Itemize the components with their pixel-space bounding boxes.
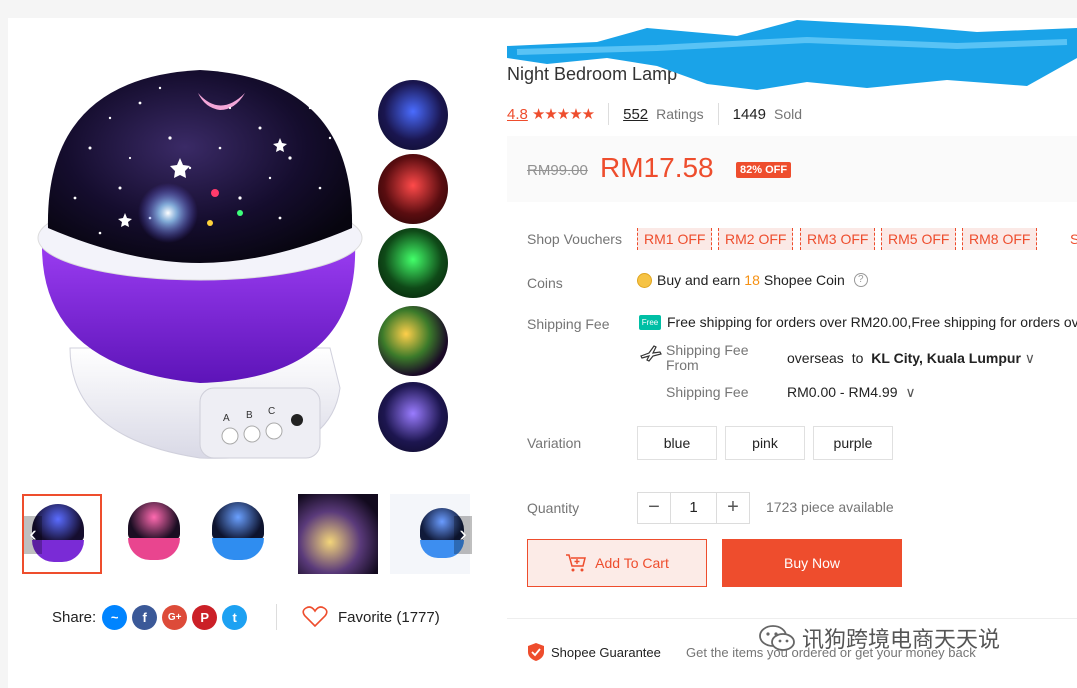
- color-variant-red-image: [378, 154, 448, 224]
- shipping-fee-dropdown[interactable]: RM0.00 - RM4.99 ∨: [787, 384, 916, 401]
- quantity-label: Quantity: [527, 500, 580, 516]
- voucher-rm3[interactable]: RM3 OFF: [800, 228, 876, 250]
- rating-row: 4.8 ★★★★★ 552 Ratings 1449 Sold: [507, 103, 802, 125]
- heart-icon: [302, 606, 328, 628]
- current-price: RM17.58: [600, 152, 714, 183]
- share-divider: [276, 604, 277, 630]
- color-variant-mixed-image: [378, 306, 448, 376]
- voucher-overflow: S: [1070, 231, 1077, 247]
- cart-icon: [566, 554, 587, 572]
- messenger-icon[interactable]: ~: [102, 604, 128, 630]
- coins-prefix: Buy and earn: [657, 272, 741, 288]
- color-variant-blue-image: [378, 80, 448, 150]
- thumbnail-3[interactable]: [206, 494, 286, 574]
- ratings-label: Ratings: [656, 106, 704, 122]
- variation-purple[interactable]: purple: [813, 426, 893, 460]
- color-variant-violet-image: [378, 382, 448, 452]
- vouchers-label: Shop Vouchers: [527, 231, 622, 247]
- quantity-available: 1723 piece available: [766, 499, 894, 515]
- free-shipping-icon: Free: [639, 314, 661, 330]
- quantity-decrease-button[interactable]: −: [638, 493, 670, 523]
- chevron-down-icon: ∨: [1024, 350, 1036, 366]
- voucher-rm8[interactable]: RM8 OFF: [962, 228, 1038, 250]
- wechat-watermark: 讯狗跨境电商天天说: [758, 622, 1000, 654]
- shipping-label: Shipping Fee: [527, 316, 610, 332]
- coins-suffix: Shopee Coin: [763, 272, 845, 288]
- coin-icon: [637, 272, 652, 288]
- free-shipping-info: Free Free shipping for orders over RM20.…: [639, 314, 1077, 330]
- watermark-text: 讯狗跨境电商天天说: [802, 628, 1001, 653]
- title-redaction-scribble: [507, 20, 1077, 90]
- sold-label: Sold: [773, 106, 803, 122]
- shipping-from-label: Shipping Fee From: [666, 342, 749, 373]
- thumbnail-strip: ‹ ›: [22, 494, 472, 576]
- thumbnail-2[interactable]: [114, 494, 194, 574]
- voucher-rm2[interactable]: RM2 OFF: [718, 228, 794, 250]
- quantity-stepper: − 1 +: [637, 492, 750, 524]
- shipping-fee-label: Shipping Fee: [666, 384, 749, 400]
- svg-text:C: C: [268, 406, 275, 417]
- buy-now-button[interactable]: Buy Now: [722, 539, 902, 587]
- coins-label: Coins: [527, 275, 563, 291]
- add-to-cart-button[interactable]: Add To Cart: [527, 539, 707, 587]
- section-divider: [507, 618, 1077, 619]
- share-label: Share:: [52, 608, 97, 626]
- shipping-destination-value: KL City, Kuala Lumpur: [871, 350, 1021, 366]
- guarantee-label: Shopee Guarantee: [551, 644, 661, 660]
- chevron-down-icon: ∨: [905, 384, 916, 400]
- pinterest-icon[interactable]: P: [192, 604, 218, 630]
- wechat-icon: [759, 625, 795, 651]
- shipping-origin: overseas: [787, 350, 844, 366]
- shipping-to-word: to: [851, 350, 864, 366]
- variation-label: Variation: [527, 435, 582, 451]
- rating-separator: [608, 103, 610, 125]
- thumbnail-4[interactable]: [298, 494, 378, 574]
- twitter-icon[interactable]: t: [222, 604, 248, 630]
- sold-count: 1449: [732, 105, 766, 123]
- free-shipping-text: Free shipping for orders over RM20.00,Fr…: [667, 314, 1077, 330]
- ratings-count[interactable]: 552: [623, 106, 648, 123]
- shipping-fee-value: RM0.00 - RM4.99: [787, 384, 898, 400]
- price-box: RM99.00 RM17.58 82% OFF: [507, 136, 1077, 202]
- facebook-icon[interactable]: f: [132, 604, 158, 630]
- voucher-rm5[interactable]: RM5 OFF: [881, 228, 957, 250]
- coins-amount: 18: [744, 272, 760, 288]
- thumbnail-prev-button[interactable]: ‹: [24, 516, 42, 554]
- thumbnail-next-button[interactable]: ›: [454, 516, 472, 554]
- variation-blue[interactable]: blue: [637, 426, 717, 460]
- quantity-increase-button[interactable]: +: [717, 493, 749, 523]
- shopee-guarantee[interactable]: Shopee Guarantee: [527, 642, 661, 662]
- original-price: RM99.00: [527, 162, 588, 179]
- sold-separator: [717, 103, 719, 125]
- voucher-rm1[interactable]: RM1 OFF: [637, 228, 713, 250]
- svg-text:A: A: [223, 413, 230, 424]
- color-variant-green-image: [378, 228, 448, 298]
- favorite-label: Favorite (1777): [338, 608, 440, 626]
- variation-pink[interactable]: pink: [725, 426, 805, 460]
- discount-badge: 82% OFF: [736, 162, 792, 178]
- google-plus-icon[interactable]: G+: [162, 604, 188, 630]
- add-to-cart-label: Add To Cart: [595, 555, 669, 571]
- rating-value[interactable]: 4.8: [507, 106, 528, 123]
- favorite-button[interactable]: Favorite (1777): [302, 604, 440, 630]
- shipping-destination[interactable]: overseas to KL City, Kuala Lumpur ∨: [787, 350, 1035, 367]
- rating-stars-icon: ★★★★★: [531, 106, 595, 123]
- svg-text:B: B: [246, 410, 253, 421]
- coins-info: Buy and earn 18 Shopee Coin ?: [637, 272, 868, 288]
- help-icon[interactable]: ?: [853, 273, 868, 287]
- airplane-icon: [640, 345, 662, 362]
- quantity-input[interactable]: 1: [670, 493, 717, 523]
- share-row: Share: ~ f G+ P t: [52, 603, 252, 631]
- shield-icon: [528, 643, 544, 661]
